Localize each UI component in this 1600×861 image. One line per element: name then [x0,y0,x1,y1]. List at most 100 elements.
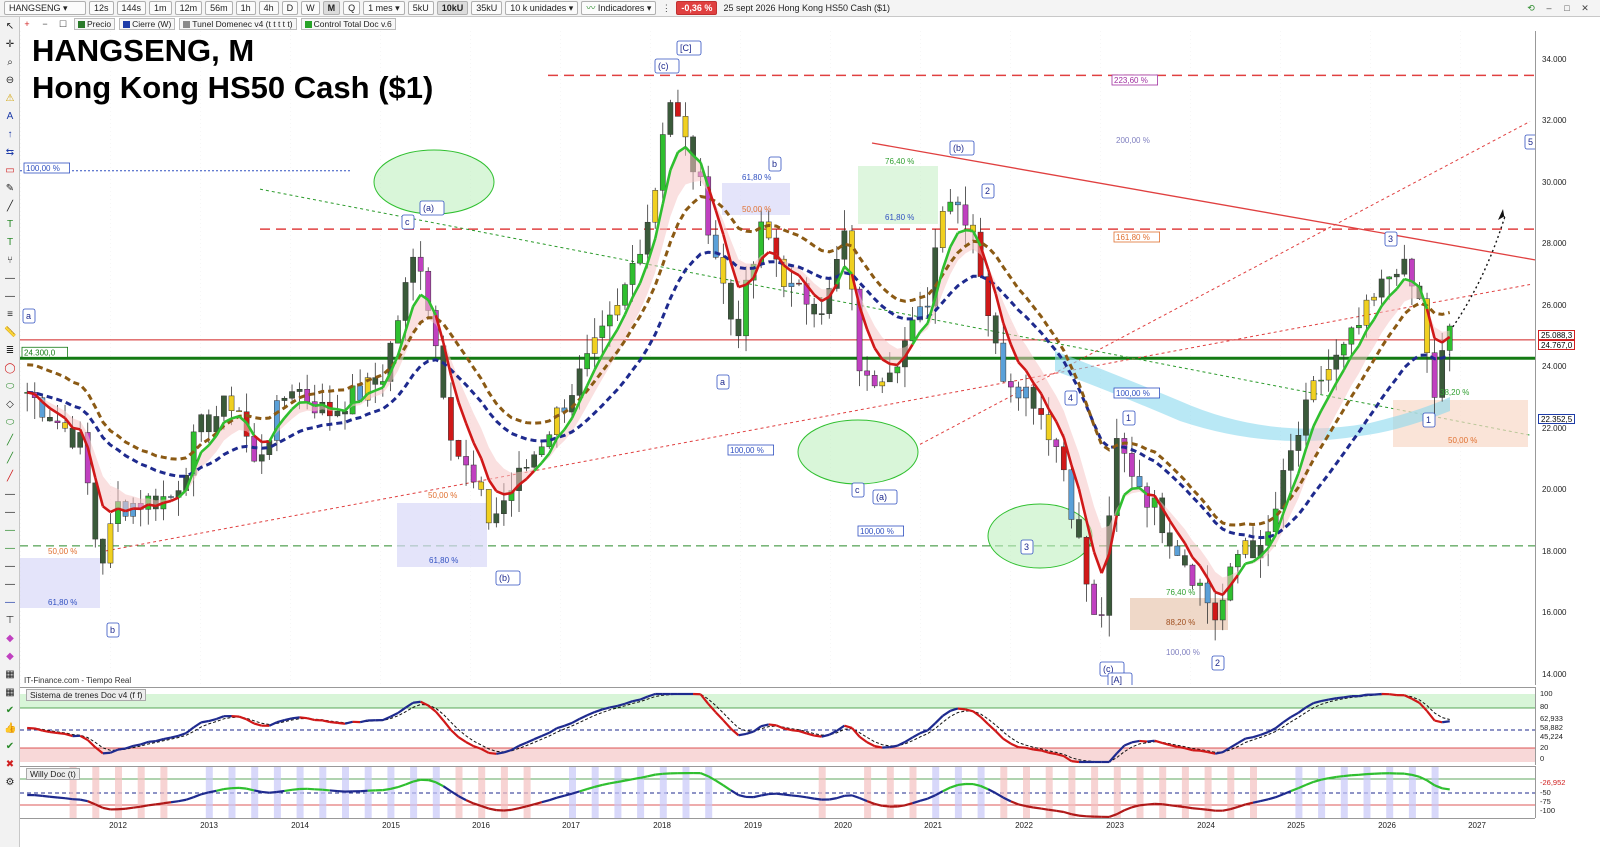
grid-icon[interactable]: ▦ [4,669,16,681]
hline-icon[interactable]: — [4,579,16,591]
willy-title[interactable]: Willy Doc (t) [26,768,80,780]
hline-icon[interactable]: — [4,561,16,573]
volume-10ku[interactable]: 10kU [436,1,469,15]
price-axis[interactable]: 34.000 32.000 30.000 28.000 26.000 24.00… [1535,31,1600,685]
timeframe-1m[interactable]: 1m [149,1,172,15]
candle-body [100,538,106,564]
text-icon[interactable]: ⊤ [4,615,16,627]
crosshair-icon[interactable]: ✛ [4,39,16,51]
zoom-out-icon[interactable]: ⊖ [4,75,16,87]
symbol-selector[interactable]: HANGSENG ▾ [4,1,86,15]
warning-icon[interactable]: ⚠ [4,93,16,105]
check-icon[interactable]: ✔ [4,741,16,753]
indicator-tag-tunel[interactable]: Tunel Domenec v4 (t t t t t) [179,18,297,30]
line-icon[interactable]: ╱ [4,471,16,483]
measure-icon[interactable]: ⇆ [4,147,16,159]
fib-icon[interactable]: ≣ [4,345,16,357]
rectangle-icon[interactable]: ▭ [4,165,16,177]
timeframe-144s[interactable]: 144s [116,1,147,15]
indicators-button[interactable]: 〰 Indicadores ▾ [581,1,657,15]
willy-panel[interactable]: Willy Doc (t) [20,766,1535,819]
line-icon[interactable]: ╱ [4,435,16,447]
remove-indicator-icon[interactable]: − [38,18,52,30]
ruler-icon[interactable]: 📏 [4,327,16,339]
zoom-icon[interactable]: ⌕ [4,57,16,69]
indicator-tag-precio[interactable]: Precio [74,18,116,30]
hline-icon[interactable]: — [4,597,16,609]
timeframe-4h[interactable]: 4h [258,1,279,15]
timeframe-d[interactable]: D [281,1,299,15]
timeframe-12s[interactable]: 12s [89,1,114,15]
check-icon[interactable]: ✔ [4,705,16,717]
marker-icon[interactable]: ◆ [4,633,16,645]
candle-body [107,523,114,564]
units-selector[interactable]: 10 k unidades ▾ [505,1,579,15]
thumb-icon[interactable]: 👍 [4,723,16,735]
menu-icon[interactable]: ⋮ [659,2,673,14]
hline-icon[interactable]: — [4,273,16,285]
lock-icon[interactable]: ⚙ [4,777,16,789]
circle-icon[interactable]: ◯ [4,363,16,375]
timeframe-1h[interactable]: 1h [235,1,256,15]
channel-icon[interactable]: ≡ [4,309,16,321]
willy-line-segment [1267,796,1276,801]
price-chart[interactable]: 24.300,0 100,00 % 61,80 % 50,00 % 50,00 % 61,… [20,31,1535,685]
trenes-main-segment [49,730,58,735]
trenes-title[interactable]: Sistema de trenes Doc v4 (f f) [26,689,147,701]
cursor-icon[interactable]: ↖ [4,21,16,33]
trenes-main-segment [1260,731,1269,736]
pencil-icon[interactable]: ✎ [4,183,16,195]
shape-icon[interactable]: ◇ [4,399,16,411]
text-tool-icon[interactable]: A [4,111,16,123]
line-icon[interactable]: ╱ [4,453,16,465]
hline-icon[interactable]: — [4,525,16,537]
willy-line-segment [284,788,293,793]
hline-icon[interactable]: — [4,543,16,555]
volume-35ku[interactable]: 35kU [471,1,503,15]
period-selector[interactable]: 1 mes ▾ [363,1,405,15]
candle-body [720,257,727,284]
willy-band [1136,767,1144,819]
timeframe-12m[interactable]: 12m [174,1,203,15]
ellipse-icon[interactable]: ⬭ [4,381,16,393]
settings-icon[interactable]: ☐ [56,18,70,30]
minimize-icon[interactable]: – [1542,2,1556,14]
willy-line-segment [307,787,315,791]
link-icon[interactable]: ⟲ [1524,2,1538,14]
indicator-tag-cierre[interactable]: Cierre (W) [119,18,176,30]
trenes-main-segment [1373,692,1382,696]
grid-icon[interactable]: ▦ [4,687,16,699]
volume-5ku[interactable]: 5kU [407,1,434,15]
time-axis[interactable]: 2012 2013 2014 2015 2016 2017 2018 2019 … [20,818,1535,832]
timeframe-m[interactable]: M [322,1,341,15]
hline-icon[interactable]: — [4,507,16,519]
candle-body [606,314,613,327]
willy-band [319,767,327,819]
willy-line-segment [1441,787,1450,791]
hline-icon[interactable]: — [4,489,16,501]
trenes-main-segment [1146,739,1155,743]
close-icon[interactable]: ✕ [1578,2,1592,14]
timeframe-w[interactable]: W [301,1,320,15]
hline-icon[interactable]: — [4,291,16,303]
delete-icon[interactable]: ✖ [4,759,16,771]
ellipse-icon[interactable]: ⬭ [4,417,16,429]
tag-icon[interactable]: T [4,237,16,249]
timeframe-q[interactable]: Q [343,1,361,15]
trenes-main-segment [1048,751,1057,756]
willy-band [364,767,372,819]
candle-body [629,262,636,285]
marker-icon[interactable]: ◆ [4,651,16,663]
timeframe-56m[interactable]: 56m [205,1,233,15]
trenes-panel[interactable]: Sistema de trenes Doc v4 (f f) [20,687,1535,765]
maximize-icon[interactable]: □ [1560,2,1574,14]
tag-icon[interactable]: T [4,219,16,231]
willy-line-segment [193,793,202,799]
trendline-icon[interactable]: ╱ [4,201,16,213]
arrow-up-icon[interactable]: ↑ [4,129,16,141]
indicator-tag-control[interactable]: Control Total Doc v.6 [300,18,396,30]
add-indicator-icon[interactable]: + [20,18,34,30]
trenes-main-segment [541,731,550,738]
fork-icon[interactable]: ⑂ [4,255,16,267]
willy-line-segment [722,784,732,792]
